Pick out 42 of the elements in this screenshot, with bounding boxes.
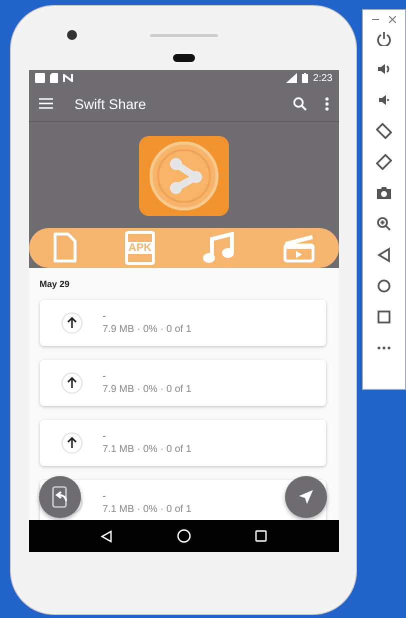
transfer-details: 7.1 MB · 0% · 0 of 1 xyxy=(102,442,192,456)
back-triangle-icon[interactable] xyxy=(376,247,392,263)
transfer-title: - xyxy=(102,490,106,502)
square-icon xyxy=(34,73,44,83)
volume-up-icon[interactable] xyxy=(376,61,392,77)
sensor-pill xyxy=(172,54,194,62)
transfer-card[interactable]: - 7.9 MB · 0% · 0 of 1 xyxy=(40,300,326,346)
transfer-card[interactable]: - 7.1 MB · 0% · 0 of 1 xyxy=(40,420,326,466)
transfer-details: 7.1 MB · 0% · 0 of 1 xyxy=(102,502,192,516)
share-icon xyxy=(148,141,218,211)
status-time: 2:23 xyxy=(313,72,332,84)
zoom-icon[interactable] xyxy=(376,216,392,232)
send-arrow-icon xyxy=(298,489,314,505)
power-icon[interactable] xyxy=(376,30,392,46)
n-icon xyxy=(62,74,72,82)
volume-down-icon[interactable] xyxy=(376,92,392,108)
battery-icon xyxy=(302,73,308,83)
transfer-title: - xyxy=(102,310,106,322)
section-date: May 29 xyxy=(40,279,71,289)
transfer-card[interactable]: - 7.9 MB · 0% · 0 of 1 xyxy=(40,360,326,406)
menu-icon[interactable] xyxy=(38,98,52,109)
minimize-icon[interactable] xyxy=(372,16,379,23)
transfer-details: 7.9 MB · 0% · 0 of 1 xyxy=(102,322,192,336)
transfer-details: 7.9 MB · 0% · 0 of 1 xyxy=(102,382,192,396)
transfer-title: - xyxy=(102,370,106,382)
camera-lens xyxy=(67,30,77,40)
speaker-grille xyxy=(150,34,218,37)
search-icon[interactable] xyxy=(292,96,306,110)
more-options-icon[interactable] xyxy=(324,96,328,110)
sd-card-icon xyxy=(50,73,58,83)
home-icon[interactable] xyxy=(176,529,191,543)
camera-icon[interactable] xyxy=(376,185,392,201)
square-icon[interactable] xyxy=(376,309,392,325)
rotate-right-icon[interactable] xyxy=(376,154,392,170)
recents-icon[interactable] xyxy=(254,530,267,542)
back-icon[interactable] xyxy=(100,530,114,542)
signal-icon xyxy=(286,73,298,83)
transfer-title: - xyxy=(102,430,106,442)
close-icon[interactable] xyxy=(389,16,396,23)
rotate-left-icon[interactable] xyxy=(376,123,392,139)
circle-icon[interactable] xyxy=(376,278,392,294)
app-title: Swift Share xyxy=(74,96,148,112)
